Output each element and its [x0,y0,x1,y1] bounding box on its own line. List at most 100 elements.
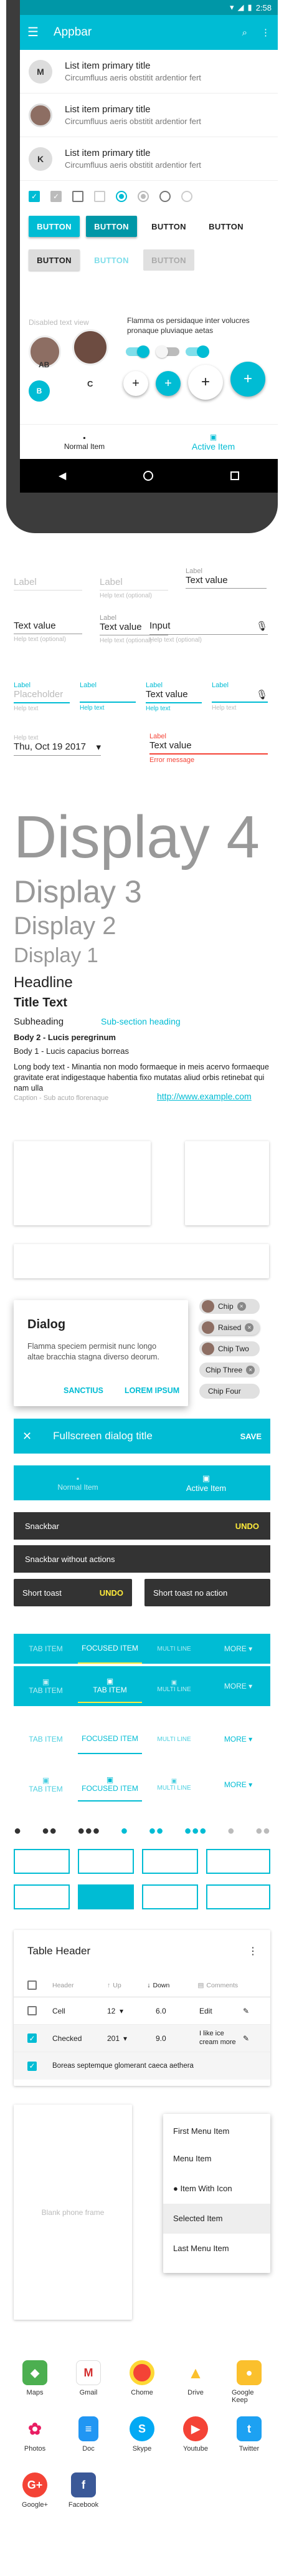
dialog-action[interactable]: LOREM IPSUM [125,1386,179,1395]
bottom-nav-item-active[interactable]: ▣ Active Item [142,1465,270,1500]
chip-raised[interactable]: Raised × [199,1320,260,1335]
snackbar-action[interactable]: UNDO [235,1522,259,1531]
app-photos[interactable]: ✿ Photos [17,2416,52,2453]
checkbox[interactable] [27,2006,37,2015]
app-maps[interactable]: ◆ Maps [17,2360,52,2404]
tab-multiline[interactable]: MULTI LINE [142,1646,206,1652]
menu-item-selected[interactable]: Selected Item [163,2204,270,2234]
radio-selected[interactable] [116,191,127,202]
app-keep[interactable]: ● Google Keep [232,2360,267,2404]
mic-icon[interactable]: 🎙 [256,620,268,632]
table-row[interactable]: Cell 12 ▾ 6.0 Edit ✎ [14,1997,270,2025]
close-icon[interactable]: × [246,1366,255,1374]
dialog-action[interactable]: SANCTIUS [64,1386,103,1395]
recents-icon[interactable] [230,471,240,480]
app-drive[interactable]: ▲ Drive [178,2360,213,2404]
list-item[interactable]: K List item primary title Circumfluus aer… [20,137,278,181]
raised-button[interactable]: BUTTON [29,216,80,237]
flat-button[interactable]: BUTTON [143,216,194,237]
mic-input-focused[interactable]: Label 🎙 Help text [212,682,268,712]
toggle-box[interactable] [206,1884,270,1909]
chip[interactable]: Chip Four [199,1384,260,1399]
list-item[interactable]: M List item primary title Circumfluus aer… [20,50,278,94]
dropdown-arrow-icon[interactable]: ▾ [96,741,101,753]
toggle-on[interactable] [186,345,209,358]
menu-item-with-icon[interactable]: ● Item With Icon [163,2174,270,2204]
toggle-off[interactable] [156,345,179,358]
checkbox[interactable] [72,191,83,202]
dropdown-arrow-icon[interactable]: ▾ [120,2007,149,2015]
tab-focused[interactable]: ▣ TAB ITEM [78,1669,142,1703]
text-field-error[interactable]: Label Text value Error message [149,733,268,764]
text-field[interactable]: Label Help text (optional) [100,577,168,599]
app-chrome[interactable]: Chome [125,2360,159,2404]
list-item[interactable]: List item primary title Circumfluus aeris… [20,94,278,137]
table-row-selected[interactable]: ✓ Checked 201 ▾ 9.0 I like ice cream more… [14,2025,270,2052]
app-skype[interactable]: S Skype [125,2416,159,2453]
toggle-box[interactable] [14,1849,70,1874]
bottom-nav-item-active[interactable]: ▣ Active Item [149,425,278,459]
mini-fab[interactable]: + [156,371,181,396]
fab-light[interactable]: + [188,365,223,400]
checkbox-checked[interactable]: ✓ [27,2061,37,2071]
date-field[interactable]: Help text Thu, Oct 19 2017 ▾ [14,733,101,756]
bottom-nav-item[interactable]: ▪ Normal Item [14,1465,142,1500]
tab-multiline[interactable]: ▣ MULTI LINE [142,1679,206,1693]
more-vert-icon[interactable]: ⋮ [261,28,270,37]
menu-item[interactable]: Last Menu Item [163,2234,270,2264]
app-twitter[interactable]: t Twitter [232,2416,267,2453]
raised-button-pressed[interactable]: BUTTON [86,216,137,237]
close-icon[interactable]: × [245,1323,254,1332]
edit-icon[interactable]: ✎ [243,2034,249,2043]
tab-focused[interactable]: ▣ FOCUSED ITEM [78,1768,142,1802]
home-icon[interactable] [143,471,154,481]
toggle-box[interactable] [14,1884,70,1909]
text-field[interactable]: Label [14,577,82,591]
mic-input[interactable]: Input 🎙 Help text (optional) [149,620,268,644]
chip[interactable]: Chip Two [199,1341,260,1356]
tab[interactable]: ▣ TAB ITEM [14,1776,78,1793]
text-field-focused[interactable]: Label Text value Help text [146,682,202,712]
radio[interactable] [159,191,171,202]
tab[interactable]: ▣ TAB ITEM [14,1677,78,1695]
menu-item[interactable]: Menu Item [163,2144,270,2174]
toggle-box[interactable] [142,1849,198,1874]
app-youtube[interactable]: ▶ Youtube [178,2416,213,2453]
menu-icon[interactable]: ☰ [27,26,39,39]
mic-icon[interactable]: 🎙 [256,690,268,700]
app-gmail[interactable]: M Gmail [71,2360,106,2404]
tab-focused[interactable]: FOCUSED ITEM [78,1724,142,1754]
tab-more[interactable]: MORE ▾ [206,1682,270,1691]
text-field[interactable]: Label Text value [186,567,267,589]
tab-multiline[interactable]: ▣ MULTI LINE [142,1778,206,1792]
checkbox[interactable] [27,1980,37,1990]
link[interactable]: http://www.example.com [157,1091,252,1101]
table-row-selected[interactable]: ✓ Boreas septemque glomerant caeca aethe… [14,2052,270,2080]
dropdown-arrow-icon[interactable]: ▾ [123,2034,149,2043]
toggle-box[interactable] [206,1849,270,1874]
menu-item[interactable]: First Menu Item [163,2114,270,2144]
toast-action[interactable]: UNDO [100,1588,123,1598]
more-vert-icon[interactable]: ⋮ [248,1945,258,1957]
tab-focused[interactable]: FOCUSED ITEM [78,1634,142,1664]
tab-more[interactable]: MORE ▾ [206,1780,270,1789]
bottom-nav-item[interactable]: ▪ Normal Item [20,425,149,459]
toggle-box[interactable] [78,1849,134,1874]
app-googleplus[interactable]: G+ Google+ [17,2472,52,2509]
fab[interactable]: + [230,362,265,397]
raised-button-light[interactable]: BUTTON [29,249,80,271]
checkbox-checked[interactable]: ✓ [27,2033,37,2043]
tab[interactable]: TAB ITEM [14,1644,78,1653]
text-field[interactable]: Text value Help text (optional) [14,620,82,643]
chip[interactable]: Chip × [199,1299,260,1314]
save-button[interactable]: SAVE [240,1432,262,1441]
app-facebook[interactable]: f Facebook [66,2472,101,2509]
tab[interactable]: TAB ITEM [14,1735,78,1744]
text-field-focused[interactable]: Label Placeholder Help text [14,682,70,712]
toggle-box[interactable] [142,1884,198,1909]
search-icon[interactable]: ⌕ [242,28,247,37]
tab-multiline[interactable]: MULTI LINE [142,1736,206,1743]
tab-more[interactable]: MORE ▾ [206,1644,270,1653]
chip[interactable]: Chip Three × [199,1363,260,1377]
checkbox-checked[interactable]: ✓ [29,191,40,202]
